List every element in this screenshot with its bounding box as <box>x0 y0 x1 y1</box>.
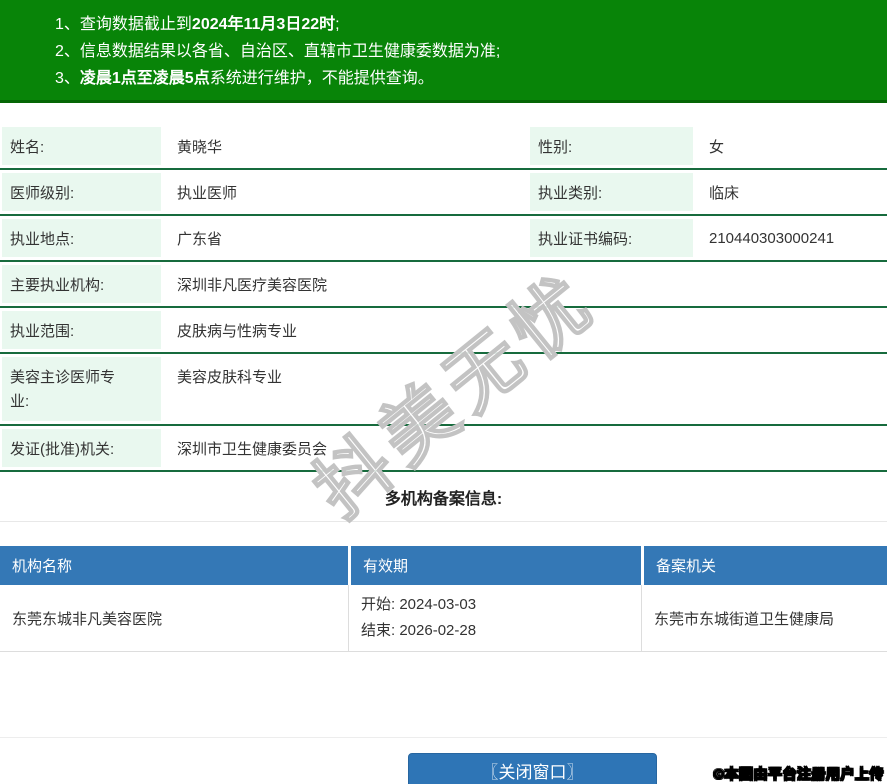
issuing-authority-value: 深圳市卫生健康委员会 <box>177 440 328 458</box>
name-label: 姓名: <box>10 138 45 156</box>
level-label-cell: 医师级别: <box>0 170 163 214</box>
validity-end: 结束: 2026-02-28 <box>361 622 477 639</box>
close-window-button[interactable]: 〖关闭窗口〗 <box>408 753 657 784</box>
section-title: 多机构备案信息: <box>384 490 503 508</box>
notice-banner: 1、查询数据截止到2024年11月3日22时; 2、信息数据结果以各省、自治区、… <box>0 0 887 103</box>
level-value: 执业医师 <box>177 184 238 202</box>
copyright-watermark-text: ©本图由平台注册用户上传 <box>713 766 884 783</box>
location-value: 广东省 <box>177 230 223 248</box>
main-institution-label: 主要执业机构: <box>10 276 105 294</box>
table-row-cosmetic-specialty: 美容主诊医师专业: 美容皮肤科专业 <box>0 354 887 426</box>
multi-institution-section-header: 多机构备案信息: <box>0 472 887 522</box>
cosmetic-specialty-label: 美容主诊医师专业: <box>10 369 116 410</box>
level-label: 医师级别: <box>10 184 75 202</box>
notice-line-3: 3、凌晨1点至凌晨5点系统进行维护，不能提供查询。 <box>55 70 434 87</box>
filing-table-header: 机构名称 有效期 备案机关 <box>0 546 887 585</box>
certno-label-cell: 执业证书编码: <box>528 216 695 260</box>
table-row-level-category: 医师级别: 执业医师 执业类别: 临床 <box>0 170 887 216</box>
cosmetic-specialty-label-cell: 美容主诊医师专业: <box>0 354 163 424</box>
table-row-main-institution: 主要执业机构: 深圳非凡医疗美容医院 <box>0 262 887 308</box>
category-label: 执业类别: <box>538 184 603 202</box>
name-value: 黄晓华 <box>177 138 223 156</box>
category-value: 临床 <box>709 184 740 202</box>
table-row-name-gender: 姓名: 黄晓华 性别: 女 <box>0 124 887 170</box>
validity-start: 开始: 2024-03-03 <box>361 596 477 613</box>
certno-label: 执业证书编码: <box>538 230 633 248</box>
table-row-issuing-authority: 发证(批准)机关: 深圳市卫生健康委员会 <box>0 426 887 472</box>
column-header-institution: 机构名称 <box>12 558 73 575</box>
certno-value: 210440303000241 <box>709 229 835 247</box>
issuing-authority-label: 发证(批准)机关: <box>10 440 115 458</box>
divider <box>0 737 887 738</box>
category-label-cell: 执业类别: <box>528 170 695 214</box>
filing-table-row: 东莞东城非凡美容医院 开始: 2024-03-03 结束: 2026-02-28… <box>0 585 887 652</box>
table-row-scope: 执业范围: 皮肤病与性病专业 <box>0 308 887 354</box>
gender-label-cell: 性别: <box>528 124 695 168</box>
doctor-info-table: 姓名: 黄晓华 性别: 女 医师级别: 执业医师 执业类别: 临床 执业地点: … <box>0 124 887 472</box>
scope-label: 执业范围: <box>10 322 75 340</box>
scope-value: 皮肤病与性病专业 <box>177 322 298 340</box>
table-row-location-certno: 执业地点: 广东省 执业证书编码: 210440303000241 <box>0 216 887 262</box>
institution-name-cell: 东莞东城非凡美容医院 <box>12 610 163 628</box>
name-label-cell: 姓名: <box>0 124 163 168</box>
column-header-validity: 有效期 <box>348 546 641 585</box>
cosmetic-specialty-value: 美容皮肤科专业 <box>177 369 283 386</box>
location-label-cell: 执业地点: <box>0 216 163 260</box>
issuing-authority-label-cell: 发证(批准)机关: <box>0 426 163 470</box>
validity-cell: 开始: 2024-03-03 结束: 2026-02-28 <box>348 585 641 651</box>
gender-label: 性别: <box>538 138 573 156</box>
main-institution-value: 深圳非凡医疗美容医院 <box>177 276 328 294</box>
location-label: 执业地点: <box>10 230 75 248</box>
notice-line-1: 1、查询数据截止到2024年11月3日22时; <box>55 16 340 33</box>
filing-table: 机构名称 有效期 备案机关 东莞东城非凡美容医院 开始: 2024-03-03 … <box>0 546 887 652</box>
main-institution-label-cell: 主要执业机构: <box>0 262 163 306</box>
notice-line-2: 2、信息数据结果以各省、自治区、直辖市卫生健康委数据为准; <box>55 43 501 60</box>
scope-label-cell: 执业范围: <box>0 308 163 352</box>
gender-value: 女 <box>709 138 725 156</box>
filing-authority-cell: 东莞市东城街道卫生健康局 <box>641 585 887 651</box>
column-header-authority: 备案机关 <box>641 546 887 585</box>
